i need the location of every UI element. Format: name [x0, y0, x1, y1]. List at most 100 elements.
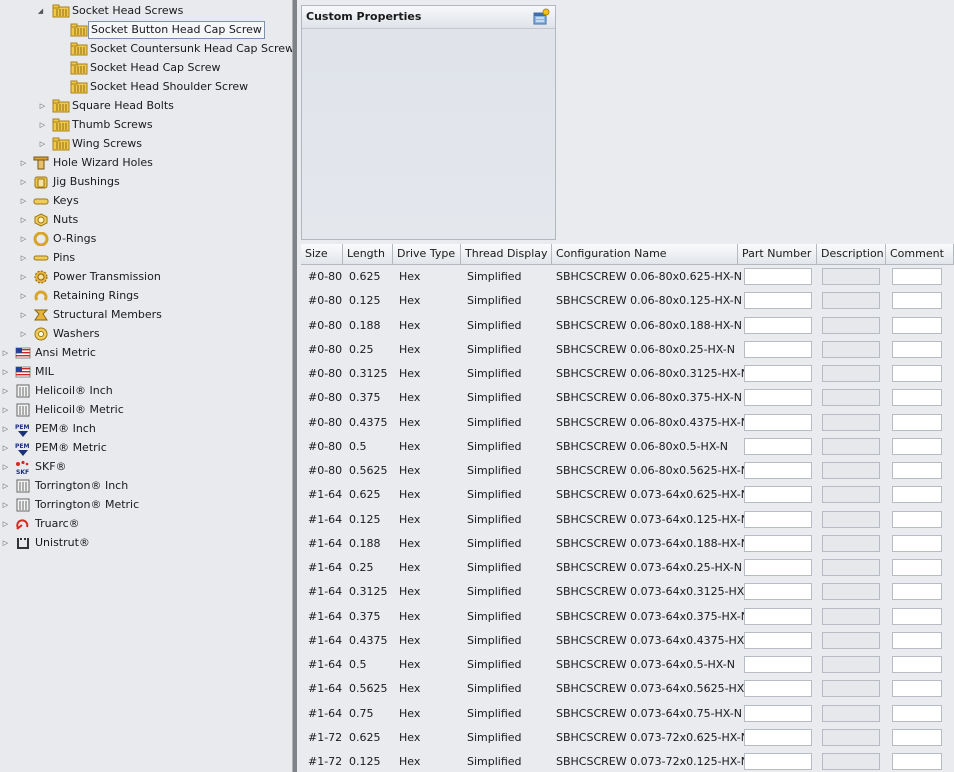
- table-row[interactable]: #0-80 0.125 Hex Simplified SBHCSCREW 0.06-80…: [301, 289, 954, 313]
- part-number-input[interactable]: [744, 753, 812, 770]
- table-row[interactable]: #0-80 0.375 Hex Simplified SBHCSCREW 0.06-80…: [301, 386, 954, 410]
- expand-arrow-icon[interactable]: ▷: [19, 306, 28, 324]
- table-row[interactable]: #1-64 0.625 Hex Simplified SBHCSCREW 0.073-6…: [301, 483, 954, 507]
- column-header-comment[interactable]: Comment: [886, 244, 954, 264]
- comment-input[interactable]: [892, 413, 942, 431]
- tree-item[interactable]: ▷ Wing Screws: [0, 135, 292, 153]
- comment-input[interactable]: [892, 583, 942, 601]
- comment-input[interactable]: [892, 704, 942, 722]
- part-number-input[interactable]: [744, 340, 812, 358]
- part-number-input[interactable]: [744, 486, 812, 504]
- expand-arrow-icon[interactable]: ▷: [1, 458, 10, 476]
- tree-item[interactable]: Socket Head Cap Screw: [0, 59, 292, 77]
- description-input[interactable]: [822, 728, 880, 746]
- tree-item[interactable]: ▷ Retaining Rings: [0, 287, 292, 305]
- expand-arrow-icon[interactable]: ▷: [1, 401, 10, 419]
- description-input[interactable]: [822, 559, 880, 576]
- tree-item[interactable]: ▷ PEM PEM® Metric: [0, 439, 292, 457]
- description-input[interactable]: [822, 268, 880, 285]
- tree-item[interactable]: ▷ SKF SKF®: [0, 458, 292, 476]
- table-row[interactable]: #1-64 0.5625 Hex Simplified SBHCSCREW 0.073-…: [301, 677, 954, 701]
- description-input[interactable]: [822, 704, 880, 722]
- expand-arrow-icon[interactable]: ▷: [1, 382, 10, 400]
- description-input[interactable]: [822, 510, 880, 528]
- expand-arrow-icon[interactable]: ▷: [38, 116, 47, 134]
- part-number-input[interactable]: [744, 268, 812, 285]
- table-row[interactable]: #1-64 0.75 Hex Simplified SBHCSCREW 0.073-64…: [301, 702, 954, 726]
- expand-arrow-icon[interactable]: ▷: [19, 325, 28, 343]
- tree-item[interactable]: ▷ Hole Wizard Holes: [0, 154, 292, 172]
- comment-input[interactable]: [892, 292, 942, 310]
- table-row[interactable]: #1-64 0.125 Hex Simplified SBHCSCREW 0.073-6…: [301, 508, 954, 532]
- table-row[interactable]: #0-80 0.3125 Hex Simplified SBHCSCREW 0.06-8…: [301, 362, 954, 386]
- table-row[interactable]: #0-80 0.4375 Hex Simplified SBHCSCREW 0.06-8…: [301, 411, 954, 435]
- comment-input[interactable]: [892, 365, 942, 382]
- comment-input[interactable]: [892, 462, 942, 479]
- description-input[interactable]: [822, 656, 880, 673]
- part-number-input[interactable]: [744, 389, 812, 407]
- part-number-input[interactable]: [744, 680, 812, 698]
- description-input[interactable]: [822, 753, 880, 770]
- comment-input[interactable]: [892, 268, 942, 285]
- part-number-input[interactable]: [744, 656, 812, 673]
- table-row[interactable]: #1-72 0.125 Hex Simplified SBHCSCREW 0.073-7…: [301, 750, 954, 772]
- comment-input[interactable]: [892, 437, 942, 455]
- description-input[interactable]: [822, 680, 880, 698]
- table-row[interactable]: #1-64 0.188 Hex Simplified SBHCSCREW 0.073-6…: [301, 532, 954, 556]
- expand-arrow-icon[interactable]: ▷: [38, 135, 47, 153]
- expand-arrow-icon[interactable]: ▷: [19, 268, 28, 286]
- part-number-input[interactable]: [744, 292, 812, 310]
- expand-arrow-icon[interactable]: ▷: [1, 496, 10, 514]
- part-number-input[interactable]: [744, 413, 812, 431]
- column-header-thread-display[interactable]: Thread Display: [461, 244, 552, 264]
- description-input[interactable]: [822, 413, 880, 431]
- description-input[interactable]: [822, 316, 880, 334]
- description-input[interactable]: [822, 389, 880, 407]
- tree-item[interactable]: ▷ Structural Members: [0, 306, 292, 324]
- tree-item[interactable]: ▷ MIL: [0, 363, 292, 381]
- tree-item[interactable]: ▷ Power Transmission: [0, 268, 292, 286]
- description-input[interactable]: [822, 437, 880, 455]
- tree-item[interactable]: ▷ Square Head Bolts: [0, 97, 292, 115]
- tree-item[interactable]: ▷ Truarc®: [0, 515, 292, 533]
- expand-arrow-icon[interactable]: ▷: [19, 287, 28, 305]
- expand-arrow-icon[interactable]: ▷: [19, 173, 28, 191]
- table-row[interactable]: #1-64 0.5 Hex Simplified SBHCSCREW 0.073-64x…: [301, 653, 954, 677]
- part-number-input[interactable]: [744, 316, 812, 334]
- tree-item[interactable]: ▷ Pins: [0, 249, 292, 267]
- column-header-part-number[interactable]: Part Number: [738, 244, 817, 264]
- tree-item[interactable]: ▷ Helicoil® Metric: [0, 401, 292, 419]
- part-number-input[interactable]: [744, 534, 812, 552]
- table-row[interactable]: #0-80 0.625 Hex Simplified SBHCSCREW 0.06-80…: [301, 265, 954, 289]
- table-row[interactable]: #1-64 0.3125 Hex Simplified SBHCSCREW 0.073-…: [301, 580, 954, 604]
- tree-item[interactable]: ▷ Unistrut®: [0, 534, 292, 552]
- table-row[interactable]: #1-64 0.25 Hex Simplified SBHCSCREW 0.073-64…: [301, 556, 954, 580]
- table-row[interactable]: #1-72 0.625 Hex Simplified SBHCSCREW 0.073-7…: [301, 726, 954, 750]
- table-row[interactable]: #1-64 0.375 Hex Simplified SBHCSCREW 0.073-6…: [301, 605, 954, 629]
- comment-input[interactable]: [892, 486, 942, 504]
- column-header-length[interactable]: Length: [343, 244, 393, 264]
- comment-input[interactable]: [892, 680, 942, 698]
- comment-input[interactable]: [892, 631, 942, 649]
- comment-input[interactable]: [892, 559, 942, 576]
- comment-input[interactable]: [892, 340, 942, 358]
- part-number-input[interactable]: [744, 462, 812, 479]
- tree-item[interactable]: ▷ Keys: [0, 192, 292, 210]
- column-header-drive-type[interactable]: Drive Type: [393, 244, 461, 264]
- tree-item[interactable]: ▷ Thumb Screws: [0, 116, 292, 134]
- description-input[interactable]: [822, 486, 880, 504]
- expand-arrow-icon[interactable]: ▷: [1, 344, 10, 362]
- table-row[interactable]: #0-80 0.5 Hex Simplified SBHCSCREW 0.06-80x0…: [301, 435, 954, 459]
- part-number-input[interactable]: [744, 631, 812, 649]
- expand-arrow-icon[interactable]: ▷: [1, 534, 10, 552]
- part-number-input[interactable]: [744, 559, 812, 576]
- expand-arrow-icon[interactable]: ▷: [19, 192, 28, 210]
- description-input[interactable]: [822, 365, 880, 382]
- part-number-input[interactable]: [744, 728, 812, 746]
- description-input[interactable]: [822, 583, 880, 601]
- table-row[interactable]: #0-80 0.5625 Hex Simplified SBHCSCREW 0.06-8…: [301, 459, 954, 483]
- tree-item[interactable]: ▷ Washers: [0, 325, 292, 343]
- part-number-input[interactable]: [744, 510, 812, 528]
- column-header-configuration-name[interactable]: Configuration Name: [552, 244, 738, 264]
- part-number-input[interactable]: [744, 583, 812, 601]
